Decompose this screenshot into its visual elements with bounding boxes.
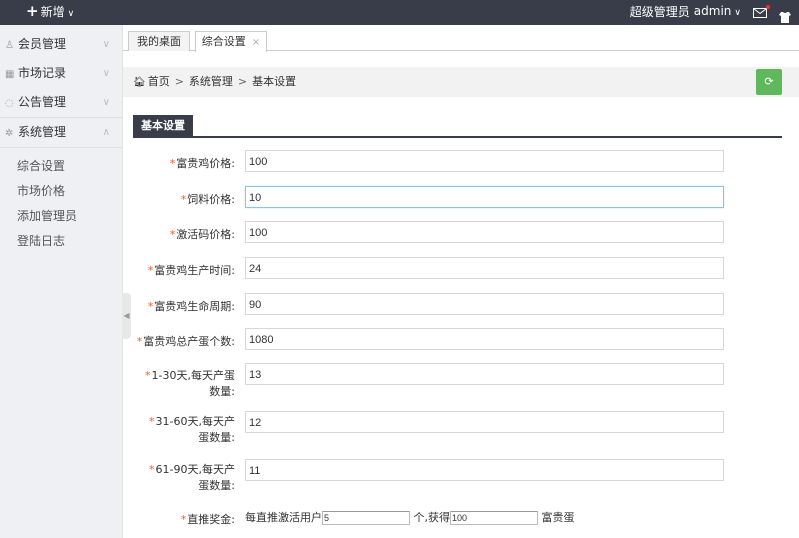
eggs-1-30-input[interactable]: 13 <box>245 363 724 385</box>
add-new-button[interactable]: + 新增 ∨ <box>26 0 74 25</box>
field-label: *31-60天,每天产蛋数量: <box>139 414 235 446</box>
gear-icon: ✲ <box>5 128 14 139</box>
sidebar-item-announcements[interactable]: ◌ 公告管理 ∨ <box>0 88 122 117</box>
field-label: *直推奖金: <box>125 511 235 527</box>
reward-prefix: 每直推激活用户 <box>245 511 322 524</box>
sidebar-item-members[interactable]: ♙ 会员管理 ∨ <box>0 30 122 59</box>
breadcrumb-current: 基本设置 <box>252 75 297 88</box>
sidebar: ♙ 会员管理 ∨ ▦ 市场记录 ∨ ◌ 公告管理 ∨ ✲ 系统管理 ∧ 综合设置 市场价… <box>0 25 123 538</box>
chevron-down-icon: ∨ <box>734 8 741 18</box>
top-bar: + 新增 ∨ 超级管理员 admin ∨ <box>0 0 799 25</box>
field-label-text: 富贵鸡价格: <box>176 157 235 170</box>
required-mark: * <box>169 228 176 241</box>
building-icon: ▦ <box>5 69 15 80</box>
chevron-down-icon: ∨ <box>67 9 75 19</box>
eggs-31-60-input[interactable]: 12 <box>245 411 724 433</box>
field-label: *1-30天,每天产蛋数量: <box>139 368 235 400</box>
required-mark: * <box>180 193 187 206</box>
required-mark: * <box>145 369 151 382</box>
breadcrumb-separator: > <box>237 75 248 88</box>
submenu-item-login-log[interactable]: 登陆日志 <box>0 229 122 254</box>
breadcrumb: 🏠︎ 首页 > 系统管理 > 基本设置 <box>133 67 296 98</box>
required-mark: * <box>147 264 154 277</box>
production-time-input[interactable]: 24 <box>245 257 724 279</box>
sidebar-item-label: 公告管理 <box>18 95 67 109</box>
lifecycle-input[interactable]: 90 <box>245 293 724 315</box>
field-label-text: 激活码价格: <box>176 228 235 241</box>
field-label-text: 饲料价格: <box>187 193 235 206</box>
feed-price-input[interactable]: 10 <box>245 186 724 208</box>
field-label: *饲料价格: <box>125 191 235 207</box>
field-label-text: 富贵鸡生命周期: <box>154 300 235 313</box>
message-icon[interactable] <box>753 4 770 18</box>
plus-icon: + <box>26 2 39 20</box>
submenu-item-market-price[interactable]: 市场价格 <box>0 179 122 204</box>
section-title: 基本设置 <box>133 115 193 136</box>
breadcrumb-separator: > <box>174 75 184 88</box>
field-label-text: 31-60天,每天产蛋数量: <box>155 415 235 444</box>
field-label-text: 富贵鸡生产时间: <box>154 264 235 277</box>
refresh-icon: ⟳ <box>764 75 774 88</box>
field-label: *激活码价格: <box>125 226 235 242</box>
chevron-down-icon: ∨ <box>102 97 110 108</box>
speech-icon: ◌ <box>5 98 14 109</box>
activation-code-price-input[interactable]: 100 <box>245 221 724 243</box>
field-label: *富贵鸡生产时间: <box>125 262 235 278</box>
reward-suffix: 富贵蛋 <box>541 511 575 524</box>
sidebar-item-label: 系统管理 <box>18 125 67 139</box>
required-mark: * <box>180 513 187 526</box>
tab-label: 综合设置 <box>201 35 246 48</box>
chevron-down-icon: ∨ <box>102 68 110 79</box>
skin-icon[interactable] <box>779 7 791 23</box>
tab-label: 我的桌面 <box>137 35 181 48</box>
tab-my-desktop[interactable]: 我的桌面 <box>128 31 190 51</box>
home-icon: 🏠︎ <box>133 77 146 88</box>
sidebar-item-market[interactable]: ▦ 市场记录 ∨ <box>0 59 122 88</box>
user-icon: ♙ <box>5 40 14 51</box>
field-label: *富贵鸡生命周期: <box>125 298 235 314</box>
field-label-text: 61-90天,每天产蛋数量: <box>155 463 235 492</box>
required-mark: * <box>136 335 143 348</box>
username: admin <box>693 4 732 18</box>
section-header: 基本设置 <box>133 115 782 138</box>
eggs-61-90-input[interactable]: 11 <box>245 459 724 481</box>
required-mark: * <box>149 463 155 476</box>
user-role: 超级管理员 <box>629 5 690 19</box>
add-new-label: 新增 <box>40 5 65 19</box>
field-label: *富贵鸡价格: <box>125 155 235 171</box>
referral-count-input[interactable]: 5 <box>322 511 410 525</box>
field-label-text: 1-30天,每天产蛋数量: <box>151 369 235 398</box>
field-label: *富贵鸡总产蛋个数: <box>125 333 235 349</box>
breadcrumb-system[interactable]: 系统管理 <box>189 75 233 88</box>
system-submenu: 综合设置 市场价格 添加管理员 登陆日志 <box>0 148 122 254</box>
submenu-item-add-admin[interactable]: 添加管理员 <box>0 204 122 229</box>
notification-dot <box>766 4 770 9</box>
breadcrumb-home[interactable]: 首页 <box>148 75 170 88</box>
field-label-text: 直推奖金: <box>187 513 235 526</box>
total-eggs-input[interactable]: 1080 <box>245 328 724 350</box>
required-mark: * <box>169 157 176 170</box>
field-label-text: 富贵鸡总产蛋个数: <box>143 335 235 348</box>
breadcrumb-bar: 🏠︎ 首页 > 系统管理 > 基本设置 ⟳ <box>123 67 799 97</box>
chicken-price-input[interactable]: 100 <box>245 150 724 172</box>
submenu-item-general-settings[interactable]: 综合设置 <box>0 154 122 179</box>
close-icon[interactable]: × <box>252 37 260 48</box>
tab-bar: 我的桌面 综合设置 × <box>123 25 799 52</box>
reward-amount-input[interactable]: 100 <box>450 511 538 525</box>
tab-general-settings[interactable]: 综合设置 × <box>195 31 267 52</box>
chevron-up-icon: ∧ <box>102 127 110 138</box>
chevron-down-icon: ∨ <box>102 39 110 50</box>
sidebar-item-label: 会员管理 <box>18 37 67 51</box>
field-label: *61-90天,每天产蛋数量: <box>139 462 235 494</box>
required-mark: * <box>147 300 154 313</box>
reward-middle: 个,获得 <box>413 511 451 524</box>
required-mark: * <box>149 415 155 428</box>
sidebar-item-label: 市场记录 <box>18 66 67 80</box>
sidebar-item-system[interactable]: ✲ 系统管理 ∧ <box>0 117 122 148</box>
user-menu[interactable]: admin ∨ <box>694 0 741 26</box>
referral-bonus-line: 每直推激活用户 5 个,获得 100 富贵蛋 <box>245 511 575 525</box>
refresh-button[interactable]: ⟳ <box>756 69 782 95</box>
